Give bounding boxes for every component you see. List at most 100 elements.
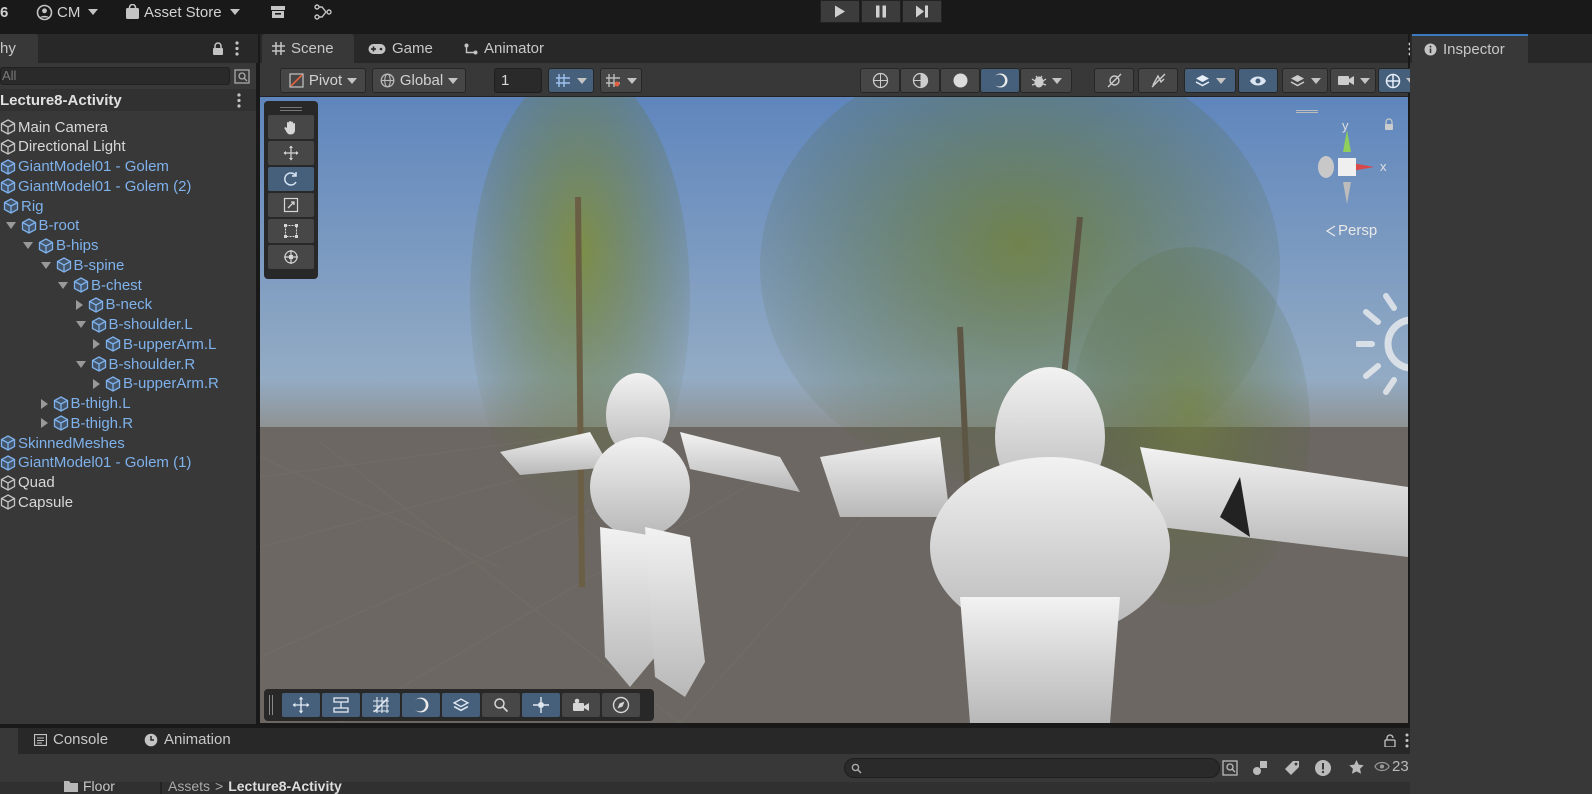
hierarchy-search-input[interactable]: All <box>0 67 230 85</box>
pause-button[interactable] <box>861 0 901 23</box>
pivot-dropdown[interactable]: Pivot <box>280 68 366 93</box>
hierarchy-item[interactable]: B-thigh.L <box>0 394 256 414</box>
layers-dropdown[interactable] <box>1282 68 1328 93</box>
collapse-arrow-icon[interactable] <box>75 299 83 310</box>
hierarchy-item[interactable]: B-shoulder.L <box>0 315 256 335</box>
asset-store-dropdown[interactable]: Asset Store <box>125 2 240 22</box>
hierarchy-item[interactable]: GiantModel01 - Golem (2) <box>0 176 256 196</box>
global-dropdown[interactable]: Global <box>372 68 466 93</box>
collapse-arrow-icon[interactable] <box>40 418 48 429</box>
unlit-shading-button[interactable] <box>940 68 980 93</box>
overlay-camera-button[interactable] <box>562 693 600 717</box>
more-options-icon[interactable] <box>1404 733 1410 748</box>
scene-viewport[interactable] <box>260 97 1408 723</box>
orientation-gizmo[interactable]: y x Persp <box>1310 118 1406 248</box>
archive-button[interactable] <box>270 2 286 22</box>
hierarchy-item[interactable]: GiantModel01 - Golem <box>0 157 256 177</box>
hierarchy-item[interactable]: B-thigh.R <box>0 413 256 433</box>
hierarchy-item[interactable]: GiantModel01 - Golem (1) <box>0 453 256 473</box>
overlay-drag-handle[interactable] <box>269 695 273 715</box>
collapse-arrow-icon[interactable] <box>40 398 48 409</box>
account-dropdown[interactable]: CM <box>36 2 99 22</box>
transform-tool-button[interactable] <box>268 245 314 269</box>
collapse-arrow-icon[interactable] <box>93 378 100 389</box>
star-icon[interactable] <box>1348 759 1365 776</box>
hierarchy-item[interactable]: B-hips <box>0 236 256 256</box>
expand-arrow-icon[interactable] <box>40 261 51 269</box>
hierarchy-item[interactable]: Quad <box>0 473 256 493</box>
hierarchy-item[interactable]: B-root <box>0 216 256 236</box>
lit-shading-button[interactable] <box>980 68 1020 93</box>
tab-animation[interactable]: Animation <box>144 731 231 748</box>
play-button[interactable] <box>820 0 860 23</box>
tab-console[interactable]: Console <box>34 731 108 748</box>
expand-arrow-icon[interactable] <box>5 222 16 230</box>
tab-hierarchy[interactable]: hy <box>0 34 38 63</box>
toggle-2d-button[interactable] <box>1094 68 1134 93</box>
overlay-layers-button[interactable] <box>442 693 480 717</box>
hierarchy-item[interactable]: B-upperArm.R <box>0 374 256 394</box>
hierarchy-item[interactable]: Main Camera <box>0 117 256 137</box>
label-icon[interactable] <box>1284 760 1300 776</box>
overlay-navigation-button[interactable] <box>522 693 560 717</box>
wireframe-shading-button[interactable] <box>860 68 900 93</box>
hierarchy-item[interactable]: B-upperArm.L <box>0 334 256 354</box>
splitter[interactable] <box>160 782 162 794</box>
debug-draw-mode-dropdown[interactable] <box>1020 68 1072 93</box>
collapse-arrow-icon[interactable] <box>93 339 100 350</box>
tab-animator[interactable]: Animator <box>464 34 544 63</box>
shaded-wireframe-button[interactable] <box>900 68 940 93</box>
hierarchy-item[interactable]: Rig <box>0 196 244 216</box>
view-tool-button[interactable] <box>268 115 314 139</box>
scene-menu-icon[interactable] <box>236 93 242 108</box>
hidden-packages-counter[interactable]: 23 <box>1374 758 1409 775</box>
hierarchy-item[interactable]: B-chest <box>0 275 256 295</box>
increment-snap-dropdown[interactable] <box>600 68 642 93</box>
hierarchy-item[interactable]: Directional Light <box>0 137 256 157</box>
overlay-tool-settings-button[interactable] <box>322 693 360 717</box>
hierarchy-item[interactable]: B-spine <box>0 255 256 275</box>
scale-tool-button[interactable] <box>268 193 314 217</box>
scene-visibility-button[interactable] <box>1238 68 1278 93</box>
breadcrumb-current[interactable]: Lecture8-Activity <box>228 778 342 794</box>
folder-item[interactable]: Floor <box>64 778 115 794</box>
version-control-button[interactable] <box>314 2 332 22</box>
overlay-move-button[interactable] <box>282 693 320 717</box>
filter-by-type-icon[interactable] <box>1252 760 1268 776</box>
overlay-drag-handle[interactable] <box>268 105 314 113</box>
grid-snapping-dropdown[interactable] <box>548 68 594 93</box>
expand-arrow-icon[interactable] <box>75 360 86 368</box>
camera-settings-dropdown[interactable] <box>1330 68 1376 93</box>
expand-arrow-icon[interactable] <box>58 281 68 289</box>
step-button[interactable] <box>902 0 942 23</box>
hierarchy-item[interactable]: B-neck <box>0 295 256 315</box>
project-search-input[interactable] <box>844 758 1220 778</box>
lock-icon[interactable] <box>1384 734 1396 747</box>
overlay-compass-button[interactable] <box>602 693 640 717</box>
tab-inspector[interactable]: Inspector <box>1412 34 1528 63</box>
expand-arrow-icon[interactable] <box>23 242 33 249</box>
expand-arrow-icon[interactable] <box>75 321 86 328</box>
gizmo-drag-handle[interactable] <box>1296 110 1318 113</box>
scene-header-row[interactable]: Lecture8-Activity <box>0 89 256 111</box>
lock-icon[interactable] <box>212 42 224 55</box>
tab-game[interactable]: Game <box>368 34 433 63</box>
more-options-icon[interactable] <box>234 41 240 56</box>
tab-scene[interactable]: Scene <box>262 34 354 63</box>
overlay-search-button[interactable] <box>482 693 520 717</box>
warning-icon[interactable] <box>1314 759 1332 777</box>
rotate-tool-button[interactable] <box>268 167 314 191</box>
move-tool-button[interactable] <box>268 141 314 165</box>
search-by-type-icon[interactable] <box>1222 760 1238 776</box>
hierarchy-item[interactable]: Capsule <box>0 492 256 512</box>
overlay-grid-button[interactable] <box>362 693 400 717</box>
grid-size-input[interactable]: 1 <box>494 68 542 93</box>
fx-toggle-dropdown[interactable] <box>1184 68 1236 93</box>
rect-tool-button[interactable] <box>268 219 314 243</box>
hierarchy-item[interactable]: B-shoulder.R <box>0 354 256 374</box>
tab-project[interactable] <box>0 728 18 754</box>
audio-toggle-button[interactable] <box>1138 68 1178 93</box>
overlay-shading-button[interactable] <box>402 693 440 717</box>
perspective-toggle[interactable]: Persp <box>1326 222 1377 239</box>
hierarchy-item[interactable]: SkinnedMeshes <box>0 433 244 453</box>
